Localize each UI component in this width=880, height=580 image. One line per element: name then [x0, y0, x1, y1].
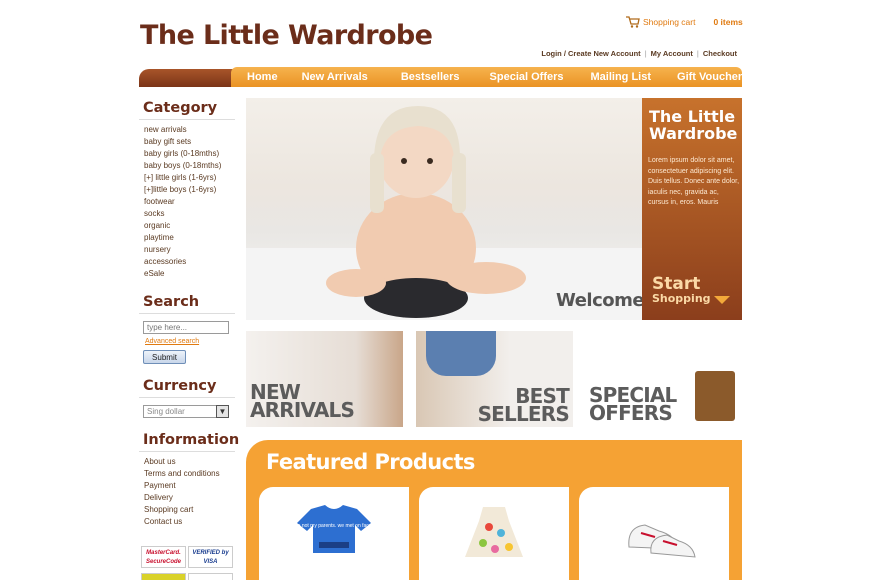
- main-nav: Home New Arrivals Bestsellers Special Of…: [139, 67, 768, 87]
- nav-special-offers[interactable]: Special Offers: [490, 71, 564, 83]
- chair-image: [695, 371, 735, 421]
- featured-products-section: Featured Products they're not my parents…: [246, 440, 742, 580]
- category-list: new arrivals baby gift sets baby girls (…: [139, 124, 235, 280]
- featured-products-title: Featured Products: [266, 450, 475, 474]
- welcome-text: Welcome: [556, 290, 645, 311]
- product-card-dress[interactable]: [419, 487, 569, 580]
- chevron-down-icon[interactable]: ▼: [216, 404, 229, 418]
- login-link[interactable]: Login / Create New Account: [541, 49, 640, 58]
- information-list: About us Terms and conditions Payment De…: [139, 456, 235, 528]
- info-terms[interactable]: Terms and conditions: [144, 468, 235, 480]
- separator: |: [696, 49, 699, 58]
- site-logo[interactable]: The Little Wardrobe: [140, 20, 433, 51]
- start-shopping-button[interactable]: Start Shopping: [652, 274, 730, 305]
- jeans-image: [426, 331, 496, 376]
- tshirt-print-text: they're not my parents. we met on facebo…: [286, 523, 383, 529]
- sidebar: Category new arrivals baby gift sets bab…: [139, 100, 239, 528]
- nav-home[interactable]: Home: [247, 71, 278, 83]
- category-item[interactable]: nursery: [144, 244, 235, 256]
- cart-count: 0 items: [713, 17, 743, 27]
- info-delivery[interactable]: Delivery: [144, 492, 235, 504]
- currency-heading: Currency: [139, 378, 235, 398]
- product-card-tshirt[interactable]: they're not my parents. we met on facebo…: [259, 487, 409, 580]
- promo-special-offers[interactable]: SPECIAL OFFERS: [585, 331, 742, 427]
- info-shopping-cart[interactable]: Shopping cart: [144, 504, 235, 516]
- category-item[interactable]: accessories: [144, 256, 235, 268]
- information-heading: Information: [139, 432, 239, 452]
- category-item[interactable]: baby boys (0-18mths): [144, 160, 235, 172]
- currency-value: Sing dollar: [147, 406, 185, 416]
- baby-illustration: [326, 106, 526, 318]
- search-submit-button[interactable]: Submit: [143, 350, 186, 364]
- category-heading: Category: [139, 100, 235, 120]
- product-card-sneakers[interactable]: [579, 487, 729, 580]
- category-item[interactable]: footwear: [144, 196, 235, 208]
- info-about-us[interactable]: About us: [144, 456, 235, 468]
- payment-badge: [141, 573, 186, 580]
- hero-side-panel: The Little Wardrobe Lorem ipsum dolor si…: [642, 98, 742, 320]
- arrow-down-icon: [714, 296, 730, 304]
- dress-image: [465, 507, 523, 557]
- checkout-link[interactable]: Checkout: [703, 49, 737, 58]
- my-account-link[interactable]: My Account: [651, 49, 693, 58]
- category-item[interactable]: new arrivals: [144, 124, 235, 136]
- payment-badge: [188, 573, 233, 580]
- hero-banner[interactable]: Welcome The Little Wardrobe Lorem ipsum …: [246, 98, 742, 320]
- category-item[interactable]: baby gift sets: [144, 136, 235, 148]
- verified-by-visa-logo: VERIFIED by VISA: [188, 546, 233, 568]
- nav-gift-voucher-faq[interactable]: Gift Voucher FAQ: [677, 71, 768, 83]
- promo-new-arrivals[interactable]: NEW ARRIVALS: [246, 331, 403, 427]
- new-arrivals-label-line2: ARRIVALS: [250, 398, 355, 422]
- nav-items: Home New Arrivals Bestsellers Special Of…: [231, 67, 768, 87]
- search-heading: Search: [139, 294, 235, 314]
- info-contact-us[interactable]: Contact us: [144, 516, 235, 528]
- cta-line1: Start: [652, 274, 701, 294]
- best-sellers-label-line2: SELLERS: [477, 402, 570, 426]
- category-item[interactable]: organic: [144, 220, 235, 232]
- promo-best-sellers[interactable]: BEST SELLERS: [416, 331, 573, 427]
- category-item[interactable]: baby girls (0-18mths): [144, 148, 235, 160]
- category-item[interactable]: playtime: [144, 232, 235, 244]
- nav-left-tab: [139, 69, 234, 87]
- category-item[interactable]: [+]little boys (1-6yrs): [144, 184, 235, 196]
- baby-photo: [246, 98, 642, 320]
- sneakers-image: [628, 524, 696, 558]
- currency-select[interactable]: Sing dollar ▼: [143, 404, 229, 418]
- tshirt-image: they're not my parents. we met on facebo…: [286, 505, 383, 553]
- cart-icon: [626, 16, 640, 28]
- search-input[interactable]: [143, 321, 229, 334]
- shopping-cart-link[interactable]: Shopping cart 0 items: [626, 16, 743, 28]
- nav-new-arrivals[interactable]: New Arrivals: [302, 71, 368, 83]
- separator: |: [644, 49, 647, 58]
- cart-label: Shopping cart: [643, 17, 696, 27]
- payment-badges: MasterCard. SecureCode VERIFIED by VISA: [141, 546, 233, 580]
- category-item[interactable]: socks: [144, 208, 235, 220]
- hero-title: The Little Wardrobe: [649, 107, 738, 143]
- mastercard-securecode-logo: MasterCard. SecureCode: [141, 546, 186, 568]
- nav-bestsellers[interactable]: Bestsellers: [401, 71, 460, 83]
- hero-description: Lorem ipsum dolor sit amet, consectetuer…: [648, 157, 740, 206]
- category-item[interactable]: eSale: [144, 268, 235, 280]
- cta-line2: Shopping: [652, 292, 711, 305]
- special-offers-label-line2: OFFERS: [589, 401, 673, 425]
- nav-mailing-list[interactable]: Mailing List: [591, 71, 652, 83]
- account-links: Login / Create New Account | My Account | Ch…: [541, 49, 737, 58]
- info-payment[interactable]: Payment: [144, 480, 235, 492]
- category-item[interactable]: [+] little girls (1-6yrs): [144, 172, 235, 184]
- advanced-search-link[interactable]: Advanced search: [145, 338, 235, 345]
